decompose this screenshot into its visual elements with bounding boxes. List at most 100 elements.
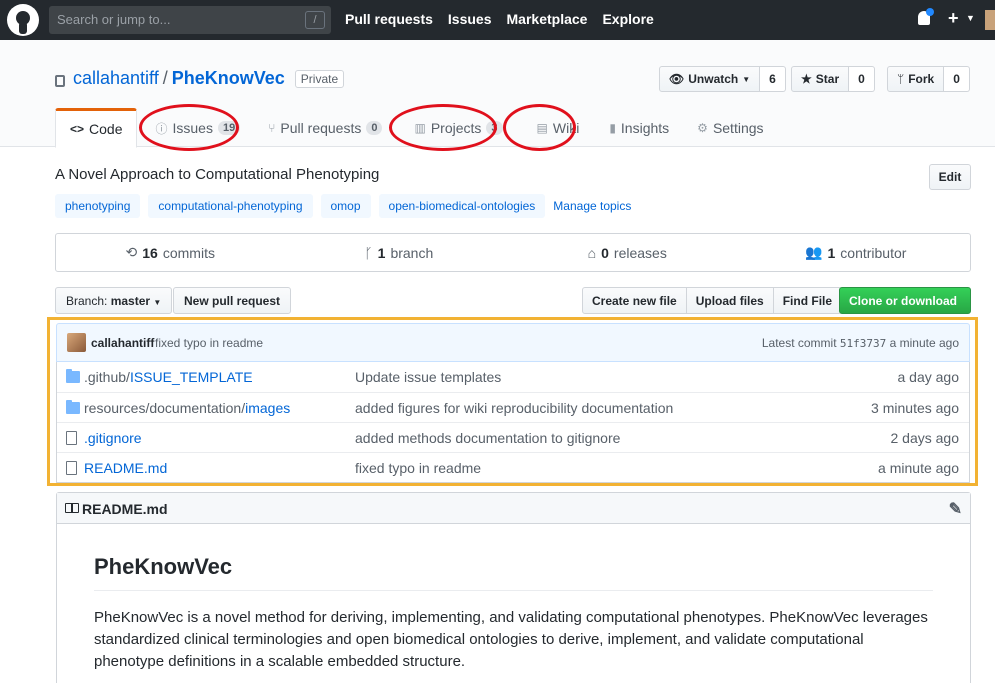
manage-topics-link[interactable]: Manage topics <box>553 199 631 213</box>
file-name-link[interactable]: README.md <box>84 460 167 476</box>
branch-select-button[interactable]: Branch: master ▼ <box>55 287 173 314</box>
issue-icon: ⓘ <box>155 121 168 136</box>
topic-list: phenotyping computational-phenotyping om… <box>55 194 631 218</box>
github-logo-icon[interactable] <box>7 4 39 36</box>
nav-explore[interactable]: Explore <box>602 11 653 27</box>
fork-label: Fork <box>908 72 935 86</box>
file-commit-message[interactable]: fixed typo in readme <box>355 460 481 476</box>
file-path-prefix: .github/ <box>84 369 130 385</box>
find-file-button[interactable]: Find File <box>772 287 843 314</box>
tab-pull-requests-label: Pull requests <box>280 120 362 136</box>
book-icon: ▤ <box>536 121 548 135</box>
search-input[interactable]: Search or jump to... / <box>49 6 331 34</box>
commit-sha-link[interactable]: 51f3737 <box>840 337 886 350</box>
pull-requests-counter: 0 <box>366 121 383 135</box>
file-commit-message[interactable]: Update issue templates <box>355 369 501 385</box>
releases-link[interactable]: ⌂ 0 releases <box>513 245 742 261</box>
fork-icon: ᛘ <box>897 72 905 86</box>
chevron-down-icon[interactable]: ▼ <box>966 13 975 23</box>
edit-description-button[interactable]: Edit <box>929 164 971 190</box>
file-name-link[interactable]: .github/ISSUE_TEMPLATE <box>84 369 253 385</box>
global-header: Search or jump to... / Pull requests Iss… <box>0 0 995 40</box>
file-icon <box>66 461 77 475</box>
contributors-link[interactable]: 👥 1 contributor <box>742 244 971 261</box>
new-pull-request-button[interactable]: New pull request <box>173 287 292 314</box>
tab-issues[interactable]: ⓘ Issues 19 <box>137 108 254 148</box>
tab-code[interactable]: <> Code <box>55 108 138 148</box>
lock-icon <box>55 74 65 87</box>
file-icon <box>66 431 77 445</box>
watch-count[interactable]: 6 <box>760 66 786 92</box>
fork-button[interactable]: ᛘ Fork <box>887 66 945 92</box>
file-list: .github/ISSUE_TEMPLATE Update issue temp… <box>56 362 970 483</box>
star-group: ★ Star 0 <box>791 66 875 92</box>
create-new-file-button[interactable]: Create new file <box>582 287 687 314</box>
people-icon: 👥 <box>805 244 823 260</box>
file-name-link[interactable]: .gitignore <box>84 430 142 446</box>
gear-icon: ⚙ <box>697 121 708 135</box>
search-placeholder: Search or jump to... <box>57 12 171 27</box>
file-commit-message[interactable]: added figures for wiki reproducibility d… <box>355 400 673 416</box>
branches-count: 1 <box>377 244 386 261</box>
commit-message-link[interactable]: fixed typo in readme <box>155 336 263 350</box>
tab-wiki-label: Wiki <box>552 120 580 136</box>
create-new-icon[interactable]: + <box>948 8 959 29</box>
readme-heading: PheKnowVec <box>94 554 933 591</box>
nav-pull-requests[interactable]: Pull requests <box>345 11 433 27</box>
commit-age: a minute ago <box>889 336 959 350</box>
file-age: a minute ago <box>878 460 959 476</box>
folder-icon <box>66 369 80 383</box>
history-icon: ⟲ <box>125 244 138 260</box>
branches-link[interactable]: ᚴ 1 branch <box>285 245 514 261</box>
unwatch-button[interactable]: 👁 Unwatch ▼ <box>659 66 761 92</box>
repo-description: A Novel Approach to Computational Phenot… <box>55 166 380 183</box>
repo-title: callahantiff / PheKnowVec Private <box>55 68 345 89</box>
star-label: Star <box>815 72 840 86</box>
nav-marketplace[interactable]: Marketplace <box>507 11 588 27</box>
star-button[interactable]: ★ Star <box>791 66 850 92</box>
readme-content: PheKnowVec PheKnowVec is a novel method … <box>57 524 970 683</box>
file-path-prefix: resources/documentation/ <box>84 400 246 416</box>
star-count[interactable]: 0 <box>849 66 875 92</box>
branches-label: branch <box>390 244 434 261</box>
repo-owner-link[interactable]: callahantiff <box>73 68 159 89</box>
fork-count[interactable]: 0 <box>944 66 970 92</box>
branch-name: master <box>110 294 151 308</box>
tab-insights[interactable]: ▮ Insights <box>593 108 683 148</box>
tab-projects[interactable]: ▥ Projects 3 <box>396 108 516 148</box>
chevron-down-icon: ▼ <box>153 298 162 307</box>
watch-group: 👁 Unwatch ▼ 6 <box>659 66 786 92</box>
commit-author-link[interactable]: callahantiff <box>91 336 154 350</box>
fork-group: ᛘ Fork 0 <box>887 66 970 92</box>
tab-pull-requests[interactable]: ⑂ Pull requests 0 <box>254 108 396 148</box>
table-row: resources/documentation/images added fig… <box>57 392 969 422</box>
file-age: 3 minutes ago <box>871 400 959 416</box>
repo-nav-tabs: <> Code ⓘ Issues 19 ⑂ Pull requests 0 ▥ … <box>55 108 778 148</box>
author-avatar[interactable] <box>67 333 86 352</box>
user-avatar[interactable] <box>985 10 995 30</box>
file-commit-message[interactable]: added methods documentation to gitignore <box>355 430 620 446</box>
topic-tag[interactable]: open-biomedical-ontologies <box>378 194 546 218</box>
tab-settings[interactable]: ⚙ Settings <box>683 108 777 148</box>
readme-filename: README.md <box>82 501 168 517</box>
clone-or-download-button[interactable]: Clone or download ▼ <box>839 287 971 321</box>
nav-issues[interactable]: Issues <box>448 11 492 27</box>
contributors-count: 1 <box>827 244 836 261</box>
star-icon: ★ <box>801 72 812 86</box>
chevron-down-icon: ▼ <box>742 74 751 84</box>
topic-tag[interactable]: phenotyping <box>55 194 141 218</box>
commits-link[interactable]: ⟲ 16 commits <box>56 244 285 261</box>
projects-counter: 3 <box>486 121 503 135</box>
upload-files-button[interactable]: Upload files <box>685 287 774 314</box>
repo-header: callahantiff / PheKnowVec Private 👁 Unwat… <box>0 40 995 148</box>
repo-name-link[interactable]: PheKnowVec <box>172 68 285 89</box>
releases-count: 0 <box>601 244 609 261</box>
file-name-link[interactable]: resources/documentation/images <box>84 400 290 416</box>
file-name: images <box>245 400 291 416</box>
topic-tag[interactable]: computational-phenotyping <box>148 194 313 218</box>
tab-wiki[interactable]: ▤ Wiki <box>517 108 594 148</box>
topic-tag[interactable]: omop <box>320 194 371 218</box>
pencil-icon[interactable]: ✎ <box>949 499 962 519</box>
tab-code-label: Code <box>89 121 123 137</box>
unwatch-label: Unwatch <box>688 72 739 86</box>
